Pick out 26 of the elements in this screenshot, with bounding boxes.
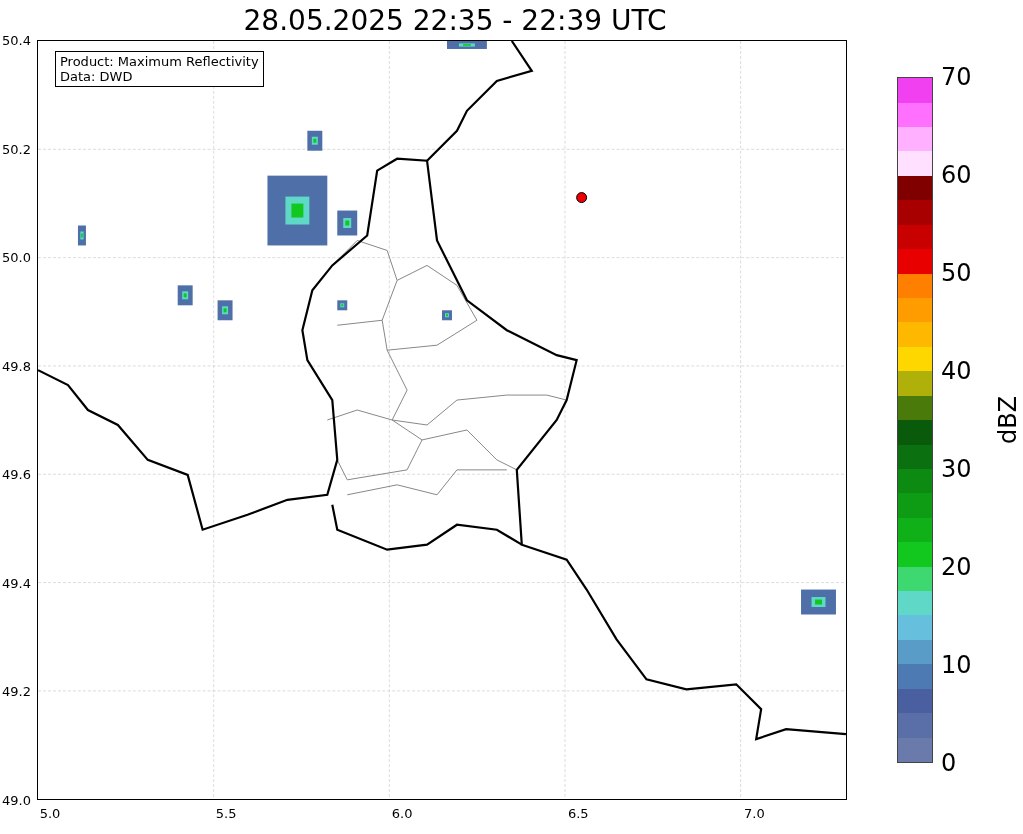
latitude-tick-label: 50.4 [2, 32, 31, 48]
colorbar-tick-label: 70 [941, 63, 972, 91]
latitude-tick-label: 49.8 [2, 358, 31, 374]
colorbar-tick-label: 20 [941, 553, 972, 581]
colorbar-tick-label: 0 [941, 749, 957, 777]
location-dot [576, 192, 588, 204]
colorbar-tick-label: 40 [941, 357, 972, 385]
chart-title: 28.05.2025 22:35 - 22:39 UTC [243, 3, 667, 37]
longitude-tick-label: 5.0 [39, 806, 61, 821]
latitude-tick-label: 50.2 [2, 141, 31, 157]
latitude-tick-label: 49.2 [2, 683, 31, 699]
longitude-tick-label: 6.0 [391, 806, 413, 821]
longitude-tick-label: 7.0 [744, 806, 765, 821]
colorbar-tick-label: 50 [941, 259, 972, 287]
longitude-tick-label: 5.5 [215, 806, 237, 821]
colorbar-tick-label: 10 [941, 651, 972, 679]
longitude-tick-label: 6.5 [567, 806, 589, 821]
colorbar-tick-label: 60 [941, 161, 972, 189]
latitude-tick-label: 50.0 [2, 249, 31, 265]
latitude-tick-label: 49.4 [2, 575, 31, 591]
colorbar-label: dBZ [994, 395, 1022, 445]
info-text: Product: Maximum Reflectivity [60, 54, 259, 69]
latitude-tick-label: 49.0 [2, 792, 31, 808]
latitude-tick-label: 49.6 [2, 466, 31, 482]
colorbar-tick-label: 30 [941, 455, 972, 483]
info-text: Data: DWD [60, 69, 134, 84]
